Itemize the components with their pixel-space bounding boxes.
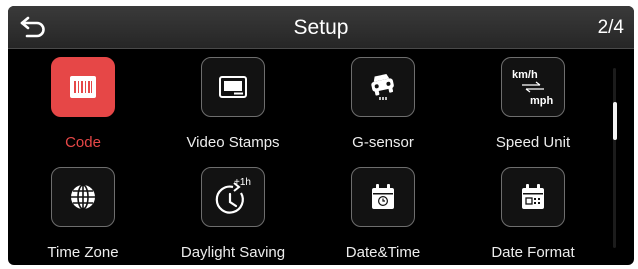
menu-label-g-sensor: G-sensor	[352, 134, 414, 151]
menu-item-code[interactable]: Code	[8, 54, 158, 158]
speed-unit-mph-text: mph	[530, 95, 554, 107]
menu-tile-daylight-saving: +1h	[201, 167, 265, 227]
menu-item-date-time[interactable]: Date&Time	[308, 164, 458, 265]
page-title: Setup	[293, 16, 349, 39]
code-icon	[70, 76, 96, 98]
menu-tile-video-stamps	[201, 57, 265, 117]
menu-item-video-stamps[interactable]: Video Stamps	[158, 54, 308, 158]
header-bar: Setup 2/4	[8, 6, 634, 49]
menu-item-daylight-saving[interactable]: +1h Daylight Saving	[158, 164, 308, 265]
menu-tile-date-time	[351, 167, 415, 227]
clock-plus-hour-icon: +1h	[215, 177, 251, 214]
menu-label-code: Code	[65, 134, 101, 151]
menu-tile-g-sensor	[351, 57, 415, 117]
calendar-format-icon	[522, 184, 544, 209]
menu-tile-date-format	[501, 167, 565, 227]
menu-item-speed-unit[interactable]: km/h mph Speed Unit	[458, 54, 608, 158]
menu-label-daylight-saving: Daylight Saving	[180, 244, 286, 261]
settings-grid: Code Video Stamps G-sensor km/h mph Spee…	[8, 54, 608, 265]
setup-screen: Setup 2/4 Code Video Stamps G-sensor km/…	[8, 6, 634, 265]
speed-unit-icon: km/h mph	[512, 69, 554, 107]
video-stamp-icon	[219, 76, 247, 98]
menu-item-date-format[interactable]: Date Format	[458, 164, 608, 265]
menu-label-time-zone: Time Zone	[47, 244, 119, 261]
menu-item-time-zone[interactable]: Time Zone	[8, 164, 158, 265]
menu-label-speed-unit: Speed Unit	[495, 134, 571, 151]
calendar-clock-icon	[372, 184, 394, 209]
car-sensor-icon	[371, 74, 394, 100]
menu-tile-speed-unit: km/h mph	[501, 57, 565, 117]
menu-label-date-format: Date Format	[491, 244, 575, 261]
speed-unit-kmh-text: km/h	[512, 69, 538, 81]
daylight-saving-plus-1h-text: +1h	[234, 177, 251, 188]
menu-tile-code	[51, 57, 115, 117]
menu-item-g-sensor[interactable]: G-sensor	[308, 54, 458, 158]
globe-icon	[71, 184, 95, 210]
scrollbar-track[interactable]	[613, 68, 616, 248]
scrollbar-thumb[interactable]	[613, 102, 617, 140]
menu-label-video-stamps: Video Stamps	[186, 134, 280, 151]
menu-label-date-time: Date&Time	[345, 244, 421, 261]
page-indicator: 2/4	[597, 17, 624, 38]
menu-tile-time-zone	[51, 167, 115, 227]
